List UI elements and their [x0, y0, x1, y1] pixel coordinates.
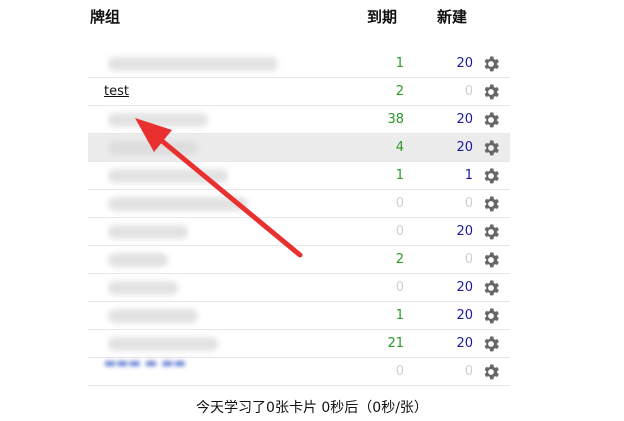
redacted-deck-name[interactable] — [108, 225, 188, 239]
gear-icon[interactable] — [481, 222, 501, 242]
gear-icon[interactable] — [481, 54, 501, 74]
deck-row[interactable]: 4 20 — [88, 134, 510, 162]
new-count: 20 — [456, 56, 473, 71]
redacted-deck-name[interactable] — [108, 57, 278, 71]
deck-row[interactable]: 00 — [88, 190, 510, 218]
new-column-header: 新建 — [437, 8, 468, 26]
gear-icon[interactable] — [481, 362, 501, 382]
due-count: 2 — [395, 252, 404, 267]
due-count: 21 — [387, 336, 404, 351]
gear-icon[interactable] — [481, 278, 501, 298]
new-count: 20 — [456, 336, 473, 351]
deck-row[interactable]: 1 20 — [88, 50, 510, 78]
new-count: 20 — [456, 112, 473, 127]
deck-row[interactable]: 11 — [88, 162, 510, 190]
deck-row[interactable]: 0 20 — [88, 274, 510, 302]
gear-icon[interactable] — [481, 306, 501, 326]
due-count: 38 — [387, 112, 404, 127]
redacted-deck-name[interactable] — [108, 337, 218, 351]
redacted-deck-name[interactable] — [108, 253, 168, 267]
due-count: 4 — [395, 140, 404, 155]
due-count: 0 — [395, 364, 404, 379]
gear-icon[interactable] — [481, 110, 501, 130]
new-count: 20 — [456, 224, 473, 239]
redacted-deck-name[interactable] — [108, 169, 228, 183]
due-count: 1 — [395, 56, 404, 71]
deck-list-header: 牌组 到期 新建 — [0, 6, 624, 32]
gear-icon[interactable] — [481, 138, 501, 158]
gear-icon[interactable] — [481, 166, 501, 186]
redacted-deck-name[interactable] — [108, 141, 198, 155]
due-count: 0 — [395, 196, 404, 211]
new-count: 0 — [464, 252, 473, 267]
new-count: 20 — [456, 280, 473, 295]
blurred-deck-link[interactable]: ▬▬▬ ▬ ▬▬ — [104, 356, 186, 371]
redacted-deck-name[interactable] — [108, 281, 178, 295]
new-count: 20 — [456, 140, 473, 155]
due-count: 1 — [395, 308, 404, 323]
new-count: 20 — [456, 308, 473, 323]
redacted-deck-name[interactable] — [108, 309, 198, 323]
deck-name-link[interactable]: test — [104, 84, 129, 99]
gear-icon[interactable] — [481, 194, 501, 214]
deck-row[interactable]: 21 20 — [88, 330, 510, 358]
deck-row[interactable]: 0 20 — [88, 218, 510, 246]
due-count: 0 — [395, 280, 404, 295]
new-count: 1 — [464, 168, 473, 183]
redacted-deck-name[interactable] — [108, 197, 248, 211]
study-stats: 今天学习了0张卡片 0秒后（0秒/张） — [196, 400, 428, 416]
new-count: 0 — [464, 196, 473, 211]
deck-list: 1 20 test 2 0 38 20 4 20 1 1 0 0 0 20 2 0 0 20 1 20 21 20 0 0 — [88, 50, 510, 386]
deck-row[interactable]: test 2 0 — [88, 78, 510, 106]
due-count: 1 — [395, 168, 404, 183]
deck-row[interactable]: 20 — [88, 246, 510, 274]
gear-icon[interactable] — [481, 250, 501, 270]
deck-row[interactable]: 1 20 — [88, 302, 510, 330]
deck-row[interactable]: 38 20 — [88, 106, 510, 134]
deck-column-header: 牌组 — [90, 8, 121, 26]
gear-icon[interactable] — [481, 82, 501, 102]
due-count: 0 — [395, 224, 404, 239]
new-count: 0 — [464, 364, 473, 379]
redacted-deck-name[interactable] — [108, 113, 208, 127]
new-count: 0 — [464, 84, 473, 99]
gear-icon[interactable] — [481, 334, 501, 354]
due-column-header: 到期 — [367, 8, 398, 26]
due-count: 2 — [395, 84, 404, 99]
